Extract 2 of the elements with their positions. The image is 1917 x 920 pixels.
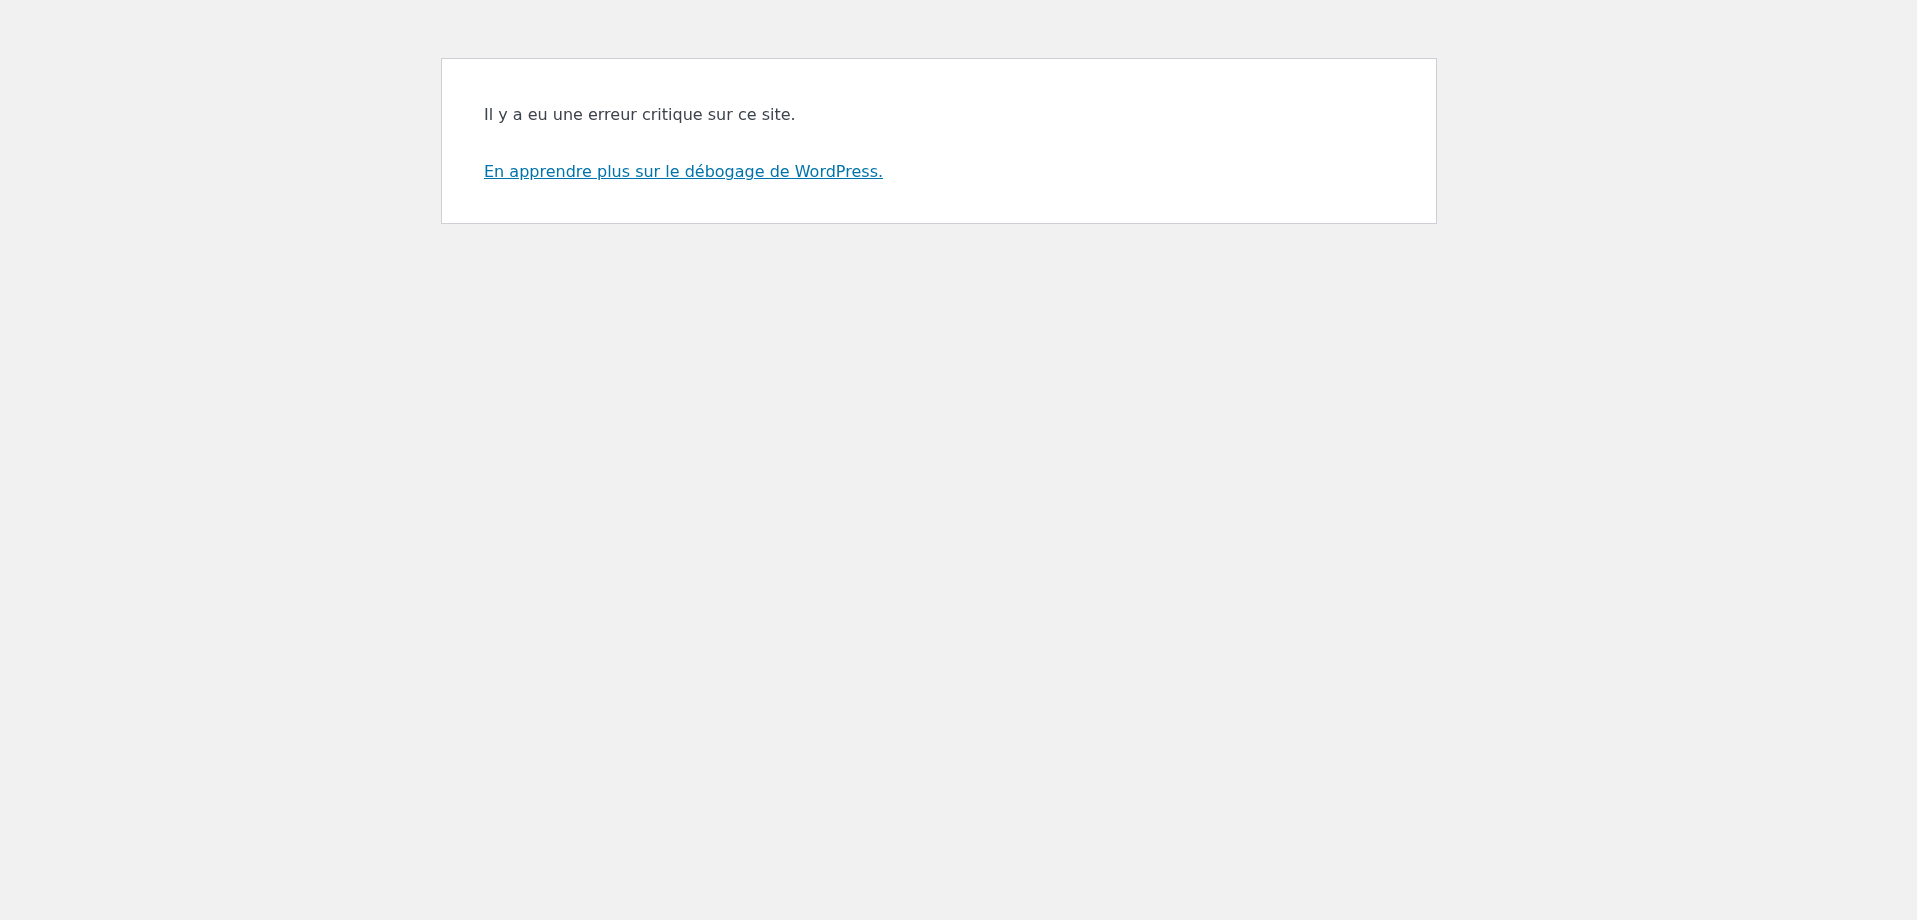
- error-message: Il y a eu une erreur critique sur ce site.: [484, 104, 796, 126]
- debugging-link[interactable]: En apprendre plus sur le débogage de WordPress.: [484, 162, 884, 182]
